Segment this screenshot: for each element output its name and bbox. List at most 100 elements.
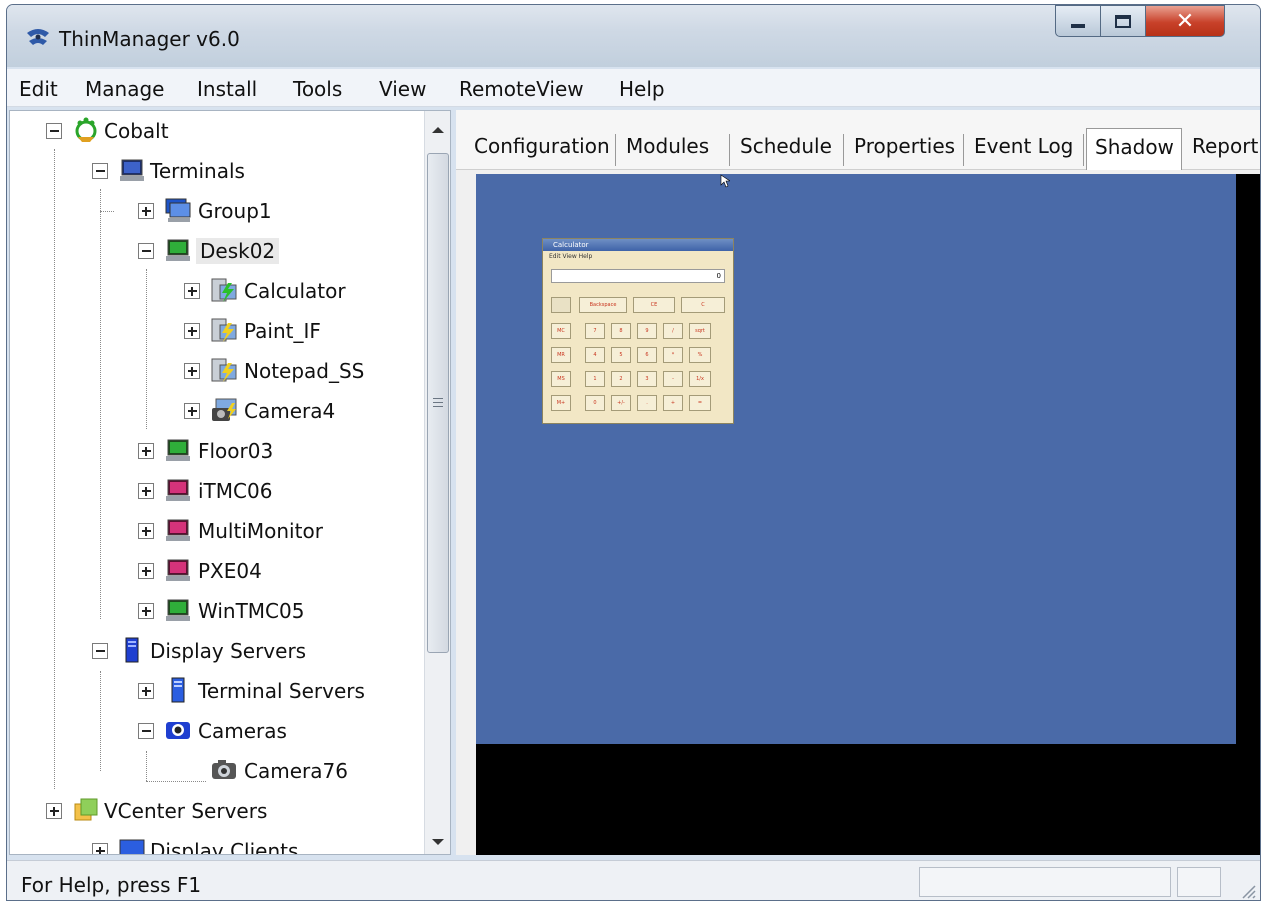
tab-modules[interactable]: Modules [618,134,730,166]
tree-expand-toggle[interactable] [184,283,200,299]
tree-collapse-toggle[interactable] [138,243,154,259]
menu-install[interactable]: Install [197,77,257,101]
cobalt-site-icon [75,117,97,142]
calculator-key[interactable]: % [689,347,711,363]
tree-node-terminal-servers[interactable]: Terminal Servers [198,673,365,709]
calculator-key[interactable]: 9 [637,323,657,339]
calculator-key[interactable]: 0 [585,395,605,411]
tree-node-camera4[interactable]: Camera4 [244,393,335,429]
calculator-key[interactable]: 6 [637,347,657,363]
calculator-key[interactable]: 4 [585,347,605,363]
tree-collapse-toggle[interactable] [92,163,108,179]
remote-desktop[interactable]: Calculator Edit View Help 0 Backspace CE… [476,174,1236,744]
tree-node-group1[interactable]: Group1 [198,193,272,229]
tree-node-terminals[interactable]: Terminals [150,153,245,189]
calculator-key[interactable]: MC [551,323,571,339]
tree-node-floor03[interactable]: Floor03 [198,433,273,469]
tree-collapse-toggle[interactable] [92,643,108,659]
calculator-key[interactable]: 3 [637,371,657,387]
shadow-session-view[interactable]: Calculator Edit View Help 0 Backspace CE… [476,174,1260,855]
calculator-c[interactable]: C [681,297,725,313]
tree-node-pxe04[interactable]: PXE04 [198,553,262,589]
tree-node-cobalt[interactable]: Cobalt [104,113,169,149]
menu-remoteview[interactable]: RemoteView [459,77,584,101]
calculator-key[interactable]: * [663,347,683,363]
calculator-key[interactable]: MS [551,371,571,387]
calculator-key[interactable]: = [689,395,711,411]
scroll-down-arrow-icon[interactable] [432,839,444,845]
tab-report[interactable]: Report [1184,134,1260,166]
tree-expand-toggle[interactable] [184,363,200,379]
calculator-key[interactable]: 2 [611,371,631,387]
tree-expand-toggle[interactable] [138,203,154,219]
minimize-icon [1071,24,1085,28]
menu-tools[interactable]: Tools [293,77,342,101]
calculator-ce[interactable]: CE [633,297,675,313]
calculator-key[interactable]: +/- [611,395,631,411]
tab-schedule[interactable]: Schedule [732,134,844,166]
calculator-key[interactable]: sqrt [689,323,711,339]
tree-expand-toggle[interactable] [138,603,154,619]
tab-strip: Configuration Modules Schedule Propertie… [456,110,1260,170]
tab-configuration[interactable]: Configuration [466,134,616,166]
tree-node-itmc06[interactable]: iTMC06 [198,473,272,509]
tree-node-display-servers[interactable]: Display Servers [150,633,306,669]
maximize-icon [1115,14,1131,28]
calculator-key[interactable]: 8 [611,323,631,339]
tree-expand-toggle[interactable] [92,843,108,854]
tree-expand-toggle[interactable] [184,403,200,419]
tree-guide-line [146,269,147,429]
calculator-key[interactable]: MR [551,347,571,363]
tab-properties[interactable]: Properties [846,134,964,166]
menu-edit[interactable]: Edit [19,77,58,101]
calculator-key[interactable]: M+ [551,395,571,411]
calculator-key[interactable]: - [663,371,683,387]
tree-expand-toggle[interactable] [138,563,154,579]
calculator-key[interactable]: / [663,323,683,339]
tree-node-desk02[interactable]: Desk02 [196,233,280,269]
tree-scrollbar[interactable] [424,111,450,854]
calculator-key[interactable]: . [637,395,657,411]
menu-view[interactable]: View [379,77,426,101]
title-bar[interactable]: ThinManager v6.0 ✕ [7,5,1260,67]
calculator-key[interactable]: 7 [585,323,605,339]
tree-expand-toggle[interactable] [46,803,62,819]
tree-node-calculator[interactable]: Calculator [244,273,346,309]
tree-collapse-toggle[interactable] [46,123,62,139]
calculator-menu[interactable]: Edit View Help [549,253,592,260]
tab-event-log[interactable]: Event Log [966,134,1084,166]
tree-expand-toggle[interactable] [138,683,154,699]
close-button[interactable]: ✕ [1145,5,1225,37]
tree-expand-toggle[interactable] [184,323,200,339]
tree-node-notepad[interactable]: Notepad_SS [244,353,364,389]
scrollbar-thumb[interactable] [427,153,449,653]
tree-collapse-toggle[interactable] [138,723,154,739]
menu-manage[interactable]: Manage [85,77,164,101]
remote-calculator-window[interactable]: Calculator Edit View Help 0 Backspace CE… [542,238,734,424]
tree-node-camera76[interactable]: Camera76 [244,753,348,789]
calculator-key[interactable]: + [663,395,683,411]
tab-shadow[interactable]: Shadow [1086,128,1182,170]
minimize-button[interactable] [1055,5,1101,37]
scroll-up-arrow-icon[interactable] [432,127,444,133]
tree-expand-toggle[interactable] [138,483,154,499]
menu-help[interactable]: Help [619,77,665,101]
tree-node-cameras[interactable]: Cameras [198,713,287,749]
calculator-backspace[interactable]: Backspace [579,297,627,313]
tree-expand-toggle[interactable] [138,443,154,459]
tree-view[interactable]: Cobalt Terminals Group1 Desk02 Calculato… [9,110,451,855]
tree-node-vcenter[interactable]: VCenter Servers [104,793,267,829]
application-icon [211,358,237,382]
calculator-title: Calculator [543,239,733,251]
calculator-key[interactable]: 5 [611,347,631,363]
resize-grip-icon[interactable] [1238,881,1256,899]
calculator-key[interactable]: 1 [585,371,605,387]
calculator-key[interactable]: 1/x [689,371,711,387]
tree-node-multimonitor[interactable]: MultiMonitor [198,513,323,549]
maximize-button[interactable] [1100,5,1146,37]
tree-expand-toggle[interactable] [138,523,154,539]
tree-node-wintmc05[interactable]: WinTMC05 [198,593,304,629]
tree-node-display-clients[interactable]: Display Clients [150,833,298,854]
tree-guide-line [146,751,147,781]
tree-node-paint[interactable]: Paint_IF [244,313,321,349]
